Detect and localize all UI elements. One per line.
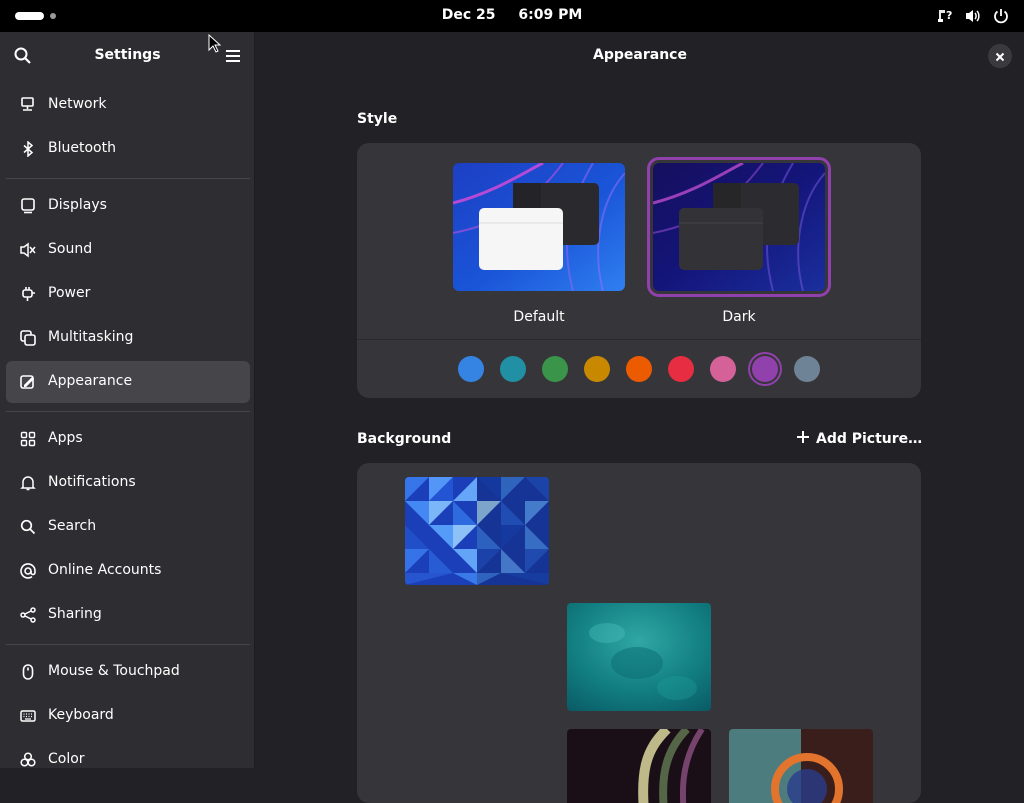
sidebar-item-displays[interactable]: Displays bbox=[6, 185, 250, 227]
sidebar-item-label: Sound bbox=[48, 241, 93, 257]
bell-icon bbox=[20, 475, 36, 491]
accent-swatch-purple[interactable] bbox=[752, 356, 778, 382]
sidebar-item-label: Color bbox=[48, 751, 85, 767]
sidebar-item-label: Displays bbox=[48, 197, 107, 213]
top-bar: Dec 25 6:09 PM ? bbox=[0, 0, 1024, 32]
background-section-title: Background bbox=[357, 431, 452, 447]
power-plug-icon bbox=[20, 286, 36, 302]
style-thumb-dark[interactable] bbox=[647, 157, 831, 297]
sidebar-item-power[interactable]: Power bbox=[6, 273, 250, 315]
accent-swatch-green[interactable] bbox=[542, 356, 568, 382]
apps-grid-icon bbox=[20, 431, 36, 447]
sidebar-item-label: Apps bbox=[48, 430, 83, 446]
sidebar-item-multitasking[interactable]: Multitasking bbox=[6, 317, 250, 359]
bluetooth-icon bbox=[20, 140, 36, 158]
keyboard-icon bbox=[20, 708, 36, 724]
add-picture-label: Add Picture… bbox=[816, 431, 923, 447]
at-sign-icon bbox=[20, 563, 36, 579]
style-label-default: Default bbox=[513, 309, 565, 325]
page-title: Appearance bbox=[593, 47, 687, 63]
clock: Dec 25 6:09 PM bbox=[0, 7, 1024, 23]
plus-icon bbox=[796, 430, 810, 448]
hamburger-menu-icon[interactable] bbox=[224, 48, 242, 64]
sidebar-item-label: Power bbox=[48, 285, 91, 301]
wallpaper-thumbnail[interactable] bbox=[567, 603, 711, 711]
svg-text:?: ? bbox=[946, 9, 952, 22]
power-icon[interactable] bbox=[992, 7, 1010, 25]
accent-swatch-red[interactable] bbox=[668, 356, 694, 382]
sidebar-separator bbox=[6, 644, 250, 645]
share-icon bbox=[20, 607, 36, 623]
sidebar-item-apps[interactable]: Apps bbox=[6, 418, 250, 460]
system-tray[interactable]: ? bbox=[936, 7, 1010, 25]
appearance-icon bbox=[20, 374, 36, 390]
sidebar-separator bbox=[6, 178, 250, 179]
accent-swatch-orange[interactable] bbox=[626, 356, 652, 382]
volume-icon[interactable] bbox=[964, 7, 982, 25]
accent-swatch-slate[interactable] bbox=[794, 356, 820, 382]
sidebar-item-network[interactable]: Network bbox=[6, 84, 250, 126]
sidebar-item-label: Bluetooth bbox=[48, 140, 116, 156]
wallpaper-thumbnail[interactable] bbox=[567, 729, 711, 803]
style-card-separator bbox=[357, 339, 921, 340]
workspace-active-indicator bbox=[15, 12, 44, 20]
mouse-cursor bbox=[208, 34, 222, 53]
sidebar: Settings Network Bluetooth Displays Soun… bbox=[0, 32, 255, 768]
accent-swatch-teal[interactable] bbox=[500, 356, 526, 382]
network-question-icon[interactable]: ? bbox=[936, 7, 954, 25]
sidebar-item-label: Appearance bbox=[48, 373, 133, 389]
sidebar-item-label: Online Accounts bbox=[48, 562, 162, 578]
sidebar-item-bluetooth[interactable]: Bluetooth bbox=[6, 128, 250, 170]
sidebar-item-appearance[interactable]: Appearance bbox=[6, 361, 250, 403]
sidebar-item-label: Search bbox=[48, 518, 97, 534]
sidebar-item-sound[interactable]: Sound bbox=[6, 229, 250, 271]
clock-date[interactable]: Dec 25 bbox=[442, 7, 496, 23]
display-icon bbox=[20, 198, 36, 214]
close-button[interactable] bbox=[988, 44, 1012, 68]
sidebar-item-keyboard[interactable]: Keyboard bbox=[6, 695, 250, 737]
sidebar-item-label: Sharing bbox=[48, 606, 102, 622]
close-icon bbox=[995, 47, 1005, 66]
search-icon bbox=[20, 519, 36, 535]
main-panel: Appearance Style Default Dark Background… bbox=[256, 32, 1024, 803]
style-thumb-default[interactable] bbox=[453, 163, 625, 291]
accent-swatch-pink[interactable] bbox=[710, 356, 736, 382]
wallpaper-thumbnail[interactable] bbox=[729, 729, 873, 803]
style-card: Default Dark bbox=[357, 143, 921, 398]
add-picture-button[interactable]: Add Picture… bbox=[796, 430, 922, 448]
sidebar-item-color[interactable]: Color bbox=[6, 739, 250, 781]
sidebar-separator bbox=[6, 411, 250, 412]
sidebar-item-sharing[interactable]: Sharing bbox=[6, 594, 250, 636]
wallpaper-thumbnail[interactable] bbox=[405, 477, 549, 585]
sidebar-item-mouse-touchpad[interactable]: Mouse & Touchpad bbox=[6, 651, 250, 693]
mouse-icon bbox=[20, 664, 36, 680]
workspace-indicator bbox=[50, 13, 56, 19]
clock-time[interactable]: 6:09 PM bbox=[518, 7, 582, 23]
sidebar-item-online-accounts[interactable]: Online Accounts bbox=[6, 550, 250, 592]
accent-swatch-blue[interactable] bbox=[458, 356, 484, 382]
style-label-dark: Dark bbox=[722, 309, 756, 325]
multitasking-icon bbox=[20, 330, 36, 346]
speaker-icon bbox=[20, 242, 36, 258]
color-icon bbox=[20, 752, 36, 768]
style-section-title: Style bbox=[357, 111, 398, 127]
accent-swatch-yellow[interactable] bbox=[584, 356, 610, 382]
activities-button[interactable] bbox=[15, 12, 56, 20]
sidebar-item-label: Mouse & Touchpad bbox=[48, 663, 180, 679]
sidebar-item-label: Multitasking bbox=[48, 329, 134, 345]
background-gallery bbox=[357, 463, 921, 803]
sidebar-item-label: Keyboard bbox=[48, 707, 114, 723]
sidebar-item-label: Notifications bbox=[48, 474, 136, 490]
sidebar-item-label: Network bbox=[48, 96, 107, 112]
sidebar-item-search[interactable]: Search bbox=[6, 506, 250, 548]
network-icon bbox=[20, 97, 36, 113]
sidebar-item-notifications[interactable]: Notifications bbox=[6, 462, 250, 504]
